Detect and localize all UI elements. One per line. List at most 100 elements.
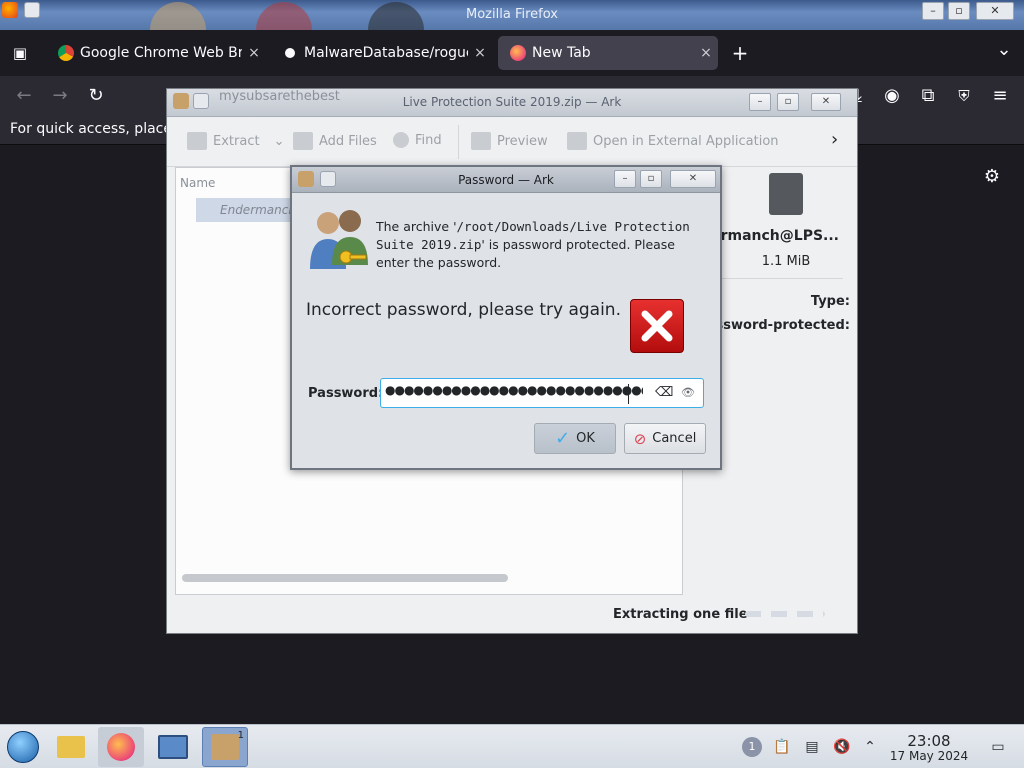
password-masked-value: ●●●●●●●●●●●●●●●●●●●●●●●●●●●●●●●●●●●: [385, 383, 643, 397]
clear-text-icon[interactable]: ⌫: [655, 385, 673, 401]
ublock-icon[interactable]: ⛨: [952, 84, 976, 108]
open-external-label: Open in External Application: [593, 133, 779, 149]
ok-label: OK: [576, 431, 595, 446]
new-tab-button[interactable]: +: [728, 41, 752, 65]
monitor-icon: [158, 735, 188, 759]
notifications-count-icon[interactable]: 1: [742, 737, 762, 757]
add-files-icon: [293, 132, 313, 150]
clock-date[interactable]: 17 May 2024: [884, 749, 974, 763]
open-external-icon: [567, 132, 587, 150]
start-menu-button[interactable]: [0, 727, 46, 767]
firefox-icon: [107, 733, 135, 761]
search-icon: [393, 132, 409, 148]
ark-box-icon: [211, 734, 239, 760]
horizontal-scrollbar[interactable]: [182, 574, 508, 582]
error-icon: [630, 299, 684, 353]
github-icon: [282, 45, 298, 61]
account-icon[interactable]: ◉: [880, 84, 904, 108]
checkmark-icon: ✓: [555, 428, 571, 449]
add-files-button[interactable]: Add Files: [293, 132, 377, 150]
add-files-label: Add Files: [319, 133, 377, 149]
ok-button[interactable]: ✓ OK: [534, 423, 616, 454]
extensions-icon[interactable]: ⧉: [916, 84, 940, 108]
back-icon[interactable]: ←: [12, 84, 36, 108]
divider: [713, 278, 843, 279]
close-tab-icon[interactable]: ×: [242, 45, 266, 61]
folder-icon: [57, 736, 85, 758]
extract-label: Extract: [213, 133, 260, 149]
preview-icon: [471, 132, 491, 150]
settings-gear-icon[interactable]: ⚙: [980, 165, 1004, 189]
toolbar-overflow-icon[interactable]: ›: [831, 129, 838, 150]
dialog-close-button[interactable]: ✕: [670, 170, 716, 188]
open-external-button[interactable]: Open in External Application: [567, 132, 779, 150]
maximize-button[interactable]: ▫: [948, 2, 970, 20]
show-desktop-icon[interactable]: ▭: [988, 737, 1008, 757]
ark-minimize-button[interactable]: –: [749, 93, 771, 111]
close-tab-icon[interactable]: ×: [468, 45, 492, 61]
start-orb-icon: [7, 731, 39, 763]
tab-label: Google Chrome Web Bro: [80, 45, 242, 61]
text-caret: [628, 384, 629, 404]
password-dialog: Password — Ark – ▫ ✕ The archive '/root/…: [290, 165, 722, 470]
cancel-icon: ⊘: [633, 429, 647, 448]
minimize-button[interactable]: –: [922, 2, 944, 20]
window-title: Mozilla Firefox: [466, 7, 558, 22]
firefox-titlebar: Mozilla Firefox – ▫ ✕: [0, 0, 1024, 58]
volume-muted-icon[interactable]: 🔇: [832, 737, 852, 757]
tab-malware-database[interactable]: MalwareDatabase/rogue ×: [270, 36, 492, 70]
tab-label: MalwareDatabase/rogue: [304, 45, 468, 61]
firefox-view-icon[interactable]: ▣: [8, 41, 32, 65]
taskbar-file-manager[interactable]: [48, 727, 94, 767]
message-prefix: The archive ': [376, 219, 457, 234]
ark-maximize-button[interactable]: ▫: [777, 93, 799, 111]
tab-new-tab[interactable]: New Tab ×: [498, 36, 718, 70]
dialog-minimize-button[interactable]: –: [614, 170, 636, 188]
notification-badge: 1: [237, 730, 244, 741]
forward-icon[interactable]: →: [48, 84, 72, 108]
extract-icon: [187, 132, 207, 150]
ark-titlebar: mysubsarethebest Live Protection Suite 2…: [167, 89, 857, 117]
clock-time[interactable]: 23:08: [890, 732, 968, 750]
cancel-button[interactable]: ⊘ Cancel: [624, 423, 706, 454]
clipboard-icon[interactable]: 📋: [772, 737, 792, 757]
users-key-icon: [310, 210, 368, 269]
menu-icon[interactable]: ≡: [988, 84, 1012, 108]
password-input[interactable]: ●●●●●●●●●●●●●●●●●●●●●●●●●●●●●●●●●●● ⌫ 👁: [380, 378, 704, 408]
taskbar-system-monitor[interactable]: [150, 727, 196, 767]
close-button[interactable]: ✕: [976, 2, 1014, 20]
tray-expand-icon[interactable]: ⌃: [860, 737, 880, 757]
column-header-name[interactable]: Name: [180, 176, 215, 190]
status-text: Extracting one file: [613, 607, 748, 622]
close-tab-icon[interactable]: ×: [694, 45, 718, 61]
tab-list-button[interactable]: ⌄: [992, 38, 1016, 62]
dialog-titlebar: Password — Ark – ▫ ✕: [292, 167, 720, 193]
executable-file-icon: [769, 173, 803, 215]
error-message: Incorrect password, please try again.: [306, 300, 621, 320]
reload-icon[interactable]: ↻: [84, 84, 108, 108]
cancel-label: Cancel: [652, 431, 697, 446]
taskbar-ark[interactable]: 1: [202, 727, 248, 767]
password-label: Password:: [308, 386, 384, 401]
chrome-icon: [58, 45, 74, 61]
chevron-down-icon[interactable]: ⌄: [274, 134, 285, 149]
storage-icon[interactable]: ▤: [802, 737, 822, 757]
ark-close-button[interactable]: ✕: [811, 93, 841, 111]
tab-label: New Tab: [532, 45, 591, 61]
error-x-icon: [641, 310, 673, 342]
extract-button[interactable]: Extract ⌄: [187, 132, 284, 150]
dialog-maximize-button[interactable]: ▫: [640, 170, 662, 188]
dialog-message: The archive '/root/Downloads/Live Protec…: [376, 218, 712, 272]
preview-label: Preview: [497, 133, 548, 149]
taskbar: 1 1 📋 ▤ 🔇 ⌃ 23:08 17 May 2024 ▭: [0, 724, 1024, 768]
ark-toolbar: Extract ⌄ Add Files Find Preview Open in…: [167, 117, 857, 167]
firefox-icon: [510, 45, 526, 61]
tab-chrome-web-store[interactable]: Google Chrome Web Bro ×: [46, 36, 266, 70]
toolbar-separator: [458, 125, 459, 159]
preview-button[interactable]: Preview: [471, 132, 548, 150]
taskbar-firefox[interactable]: [98, 727, 144, 767]
find-button[interactable]: Find: [393, 132, 442, 148]
show-password-icon[interactable]: 👁: [679, 385, 697, 401]
tab-strip: ▣ Google Chrome Web Bro × MalwareDatabas…: [0, 30, 1024, 76]
find-label: Find: [415, 132, 442, 148]
